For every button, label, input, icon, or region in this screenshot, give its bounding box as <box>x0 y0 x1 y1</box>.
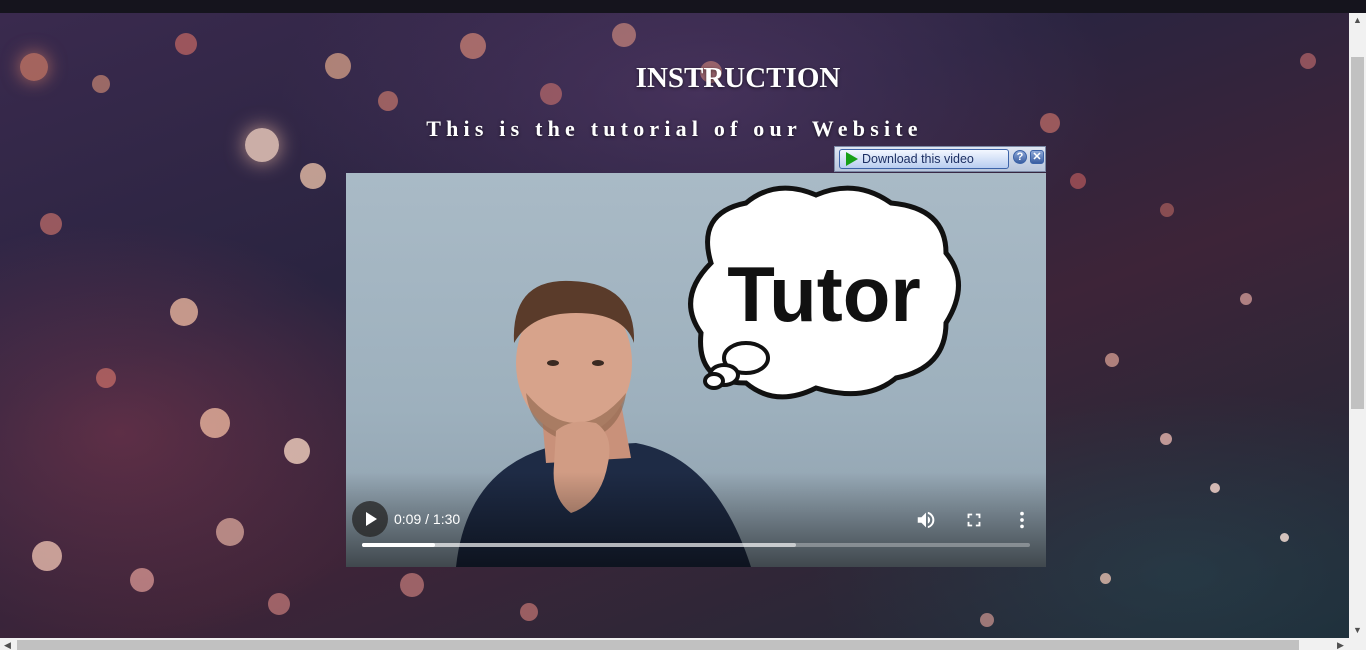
scroll-left-arrow[interactable]: ◀ <box>4 640 11 650</box>
top-bar <box>0 0 1366 13</box>
vertical-scroll-thumb[interactable] <box>1351 57 1364 409</box>
thumbnail-text: Tutor <box>727 250 920 338</box>
close-button[interactable]: ✕ <box>1030 150 1044 164</box>
play-button[interactable] <box>352 501 388 537</box>
scroll-up-arrow[interactable]: ▲ <box>1353 15 1362 25</box>
volume-icon[interactable] <box>915 509 937 531</box>
download-toolbar: Download this video ? ✕ <box>834 146 1046 172</box>
download-video-button[interactable]: Download this video <box>839 149 1009 169</box>
progress-bar[interactable] <box>362 543 1030 547</box>
download-label: Download this video <box>862 152 974 166</box>
play-icon <box>846 152 858 166</box>
fullscreen-icon[interactable] <box>963 509 985 531</box>
scroll-down-arrow[interactable]: ▼ <box>1353 625 1362 635</box>
time-display: 0:09 / 1:30 <box>394 511 461 527</box>
scroll-right-arrow[interactable]: ▶ <box>1337 640 1344 650</box>
video-player[interactable]: Tutor 0:09 / 1:30 <box>346 173 1046 567</box>
progress-played <box>362 543 436 547</box>
page-title: INSTRUCTION <box>635 62 841 94</box>
more-options-icon[interactable] <box>1011 509 1033 531</box>
horizontal-scroll-thumb[interactable] <box>17 640 1299 650</box>
page-subtitle: This is the tutorial of our Website <box>426 116 923 141</box>
help-button[interactable]: ? <box>1013 150 1027 164</box>
